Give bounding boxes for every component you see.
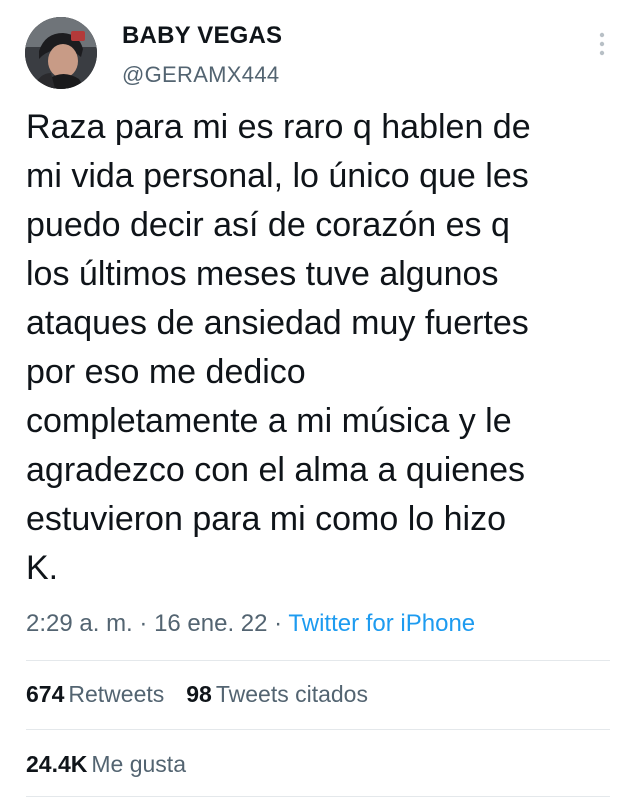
- avatar-image: [25, 17, 97, 89]
- likes-stats-row: 24.4K Me gusta: [26, 751, 208, 778]
- divider: [26, 660, 610, 661]
- likes-label: Me gusta: [91, 751, 186, 777]
- meta-separator: ·: [132, 610, 155, 637]
- quote-tweets-label: Tweets citados: [215, 681, 368, 707]
- avatar[interactable]: [25, 17, 97, 89]
- display-name[interactable]: BABY VEGAS: [122, 22, 282, 50]
- likes-count: 24.4K: [26, 751, 88, 777]
- divider: [26, 729, 610, 730]
- retweets-label: Retweets: [68, 681, 165, 707]
- meta-separator: ·: [267, 610, 289, 637]
- quote-tweets-stat[interactable]: 98 Tweets citados: [186, 681, 368, 708]
- tweet-metadata: 2:29 a. m. · 16 ene. 22 · Twitter for iP…: [26, 610, 475, 638]
- quote-tweets-count: 98: [186, 681, 212, 707]
- tweet-source-link[interactable]: Twitter for iPhone: [288, 610, 475, 637]
- engagement-stats-row: 674 Retweets 98 Tweets citados: [26, 681, 390, 708]
- tweet-detail: BABY VEGAS @GERAMX444 Raza para mi es ra…: [0, 0, 634, 800]
- tweet-date[interactable]: 16 ene. 22: [154, 610, 267, 637]
- retweets-stat[interactable]: 674 Retweets: [26, 681, 164, 708]
- tweet-text: Raza para mi es raro q hablen de mi vida…: [26, 108, 531, 587]
- divider: [26, 796, 610, 797]
- more-vertical-icon[interactable]: [596, 30, 608, 58]
- likes-stat[interactable]: 24.4K Me gusta: [26, 751, 186, 778]
- retweets-count: 674: [26, 681, 65, 707]
- tweet-time[interactable]: 2:29 a. m.: [26, 610, 133, 637]
- user-handle[interactable]: @GERAMX444: [122, 62, 279, 88]
